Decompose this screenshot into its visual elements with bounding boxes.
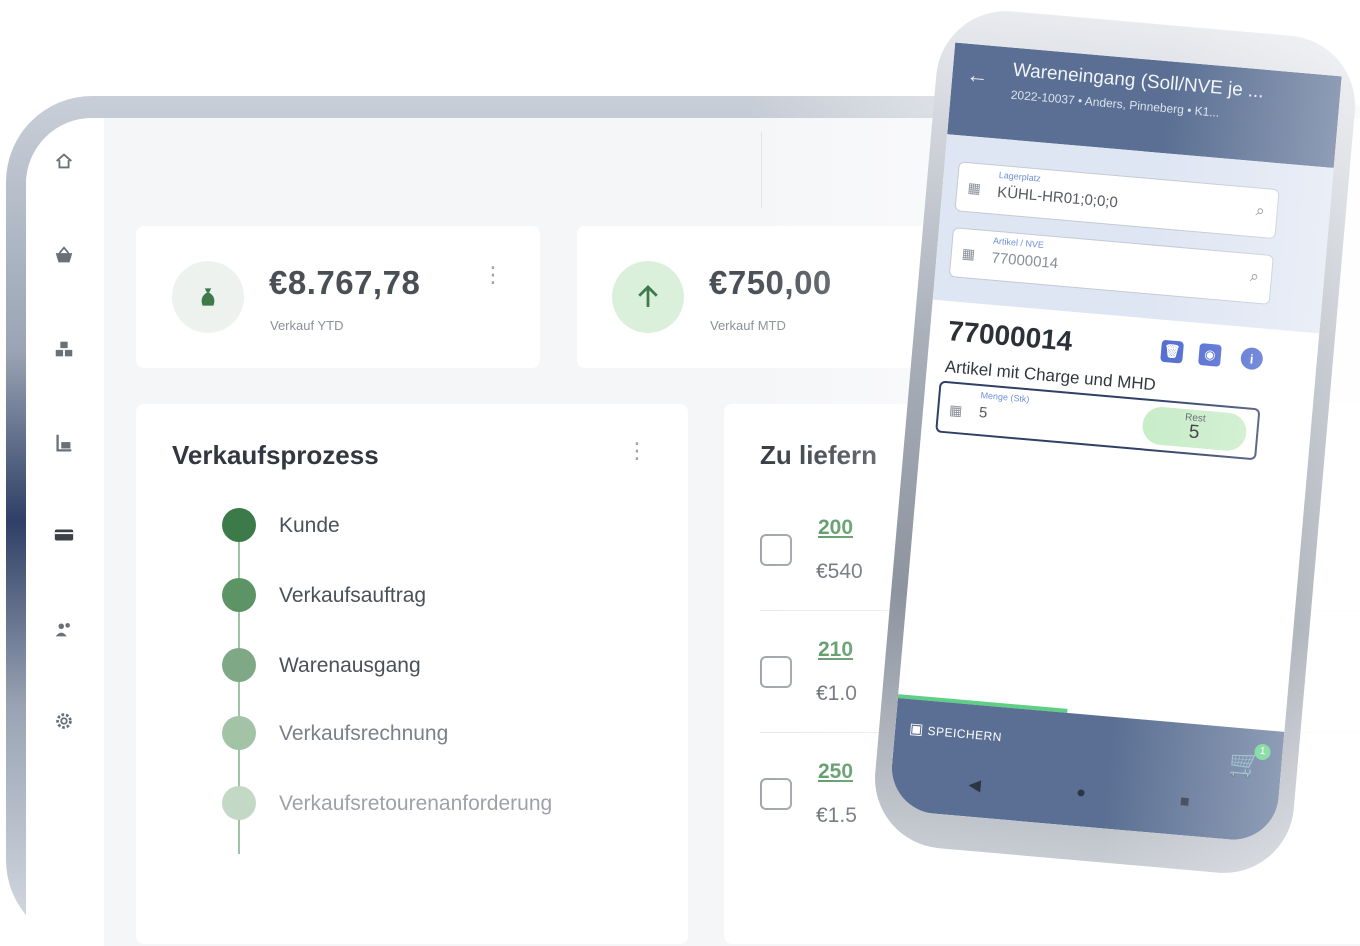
forklift-icon[interactable] — [51, 430, 77, 456]
basket-icon[interactable] — [51, 242, 77, 268]
qr-code-icon: ▦ — [966, 179, 982, 197]
money-bag-icon — [172, 261, 244, 333]
step-dot — [222, 508, 256, 542]
phone-screen: ← Wareneingang (Soll/NVE je ... 2022-100… — [888, 42, 1342, 844]
cart-icon[interactable]: 🛒 1 — [1228, 743, 1272, 781]
camera-icon[interactable]: ◉ — [1198, 343, 1222, 367]
row-checkbox[interactable] — [760, 534, 792, 566]
order-amount: €1.5 — [816, 804, 857, 827]
save-button[interactable]: ▣ SPEICHERN — [908, 719, 1002, 745]
kpi-card-ytd[interactable]: €8.767,78 Verkauf YTD ⋮ — [136, 226, 540, 368]
order-amount: €1.0 — [816, 682, 857, 705]
nav-home-icon[interactable]: ● — [1075, 784, 1087, 803]
kpi-label: Verkauf YTD — [270, 318, 344, 333]
nav-back-icon[interactable]: ◀ — [968, 775, 982, 796]
field-label: Artikel / NVE — [992, 235, 1045, 251]
order-number-link[interactable]: 210 — [818, 638, 853, 662]
topbar-divider — [761, 132, 762, 208]
step-dot — [222, 716, 256, 750]
people-icon[interactable] — [51, 616, 77, 642]
row-checkbox[interactable] — [760, 656, 792, 688]
gear-icon[interactable] — [51, 708, 77, 734]
boxes-icon[interactable] — [51, 336, 77, 362]
rest-badge: Rest 5 — [1140, 405, 1248, 453]
kpi-value: €8.767,78 — [269, 264, 421, 301]
save-label: SPEICHERN — [927, 723, 1003, 745]
kebab-menu-icon[interactable]: ⋮ — [626, 440, 648, 462]
kpi-label: Verkauf MTD — [710, 318, 786, 333]
step-dot — [222, 786, 256, 820]
panel-title: Verkaufsprozess — [172, 440, 379, 470]
field-value: 77000014 — [990, 249, 1059, 273]
info-icon[interactable]: i — [1239, 346, 1264, 371]
sidebar — [26, 118, 104, 946]
nav-recents-icon[interactable]: ■ — [1179, 793, 1190, 812]
step-label[interactable]: Verkaufsretourenanforderung — [279, 792, 552, 816]
back-arrow-icon[interactable]: ← — [965, 62, 989, 90]
step-dot — [222, 648, 256, 682]
article-number: 77000014 — [946, 315, 1074, 357]
phone-frame: ← Wareneingang (Soll/NVE je ... 2022-100… — [869, 5, 1360, 879]
order-number-link[interactable]: 250 — [818, 760, 853, 784]
kpi-value: €750,00 — [709, 264, 832, 301]
order-amount: €540 — [816, 560, 863, 583]
search-icon[interactable]: ⌕ — [1249, 268, 1259, 287]
qr-code-icon: ▦ — [948, 401, 964, 419]
bottom-bar: ▣ SPEICHERN 🛒 1 ◀ ● ■ — [888, 698, 1285, 844]
field-label: Lagerplatz — [998, 169, 1042, 184]
step-label[interactable]: Warenausgang — [279, 654, 421, 678]
save-icon: ▣ — [908, 720, 925, 739]
order-number-link[interactable]: 200 — [818, 516, 853, 540]
step-label[interactable]: Verkaufsrechnung — [279, 722, 448, 746]
trash-icon[interactable]: 🗑 — [1160, 339, 1185, 364]
kebab-menu-icon[interactable]: ⋮ — [482, 264, 504, 286]
qr-code-icon: ▦ — [961, 244, 976, 263]
step-label[interactable]: Verkaufsauftrag — [279, 584, 426, 608]
android-nav-bar: ◀ ● ■ — [889, 766, 1278, 830]
scan-zone: ▦ Lagerplatz KÜHL-HR01;0;0;0 ⌕ ▦ Artikel… — [932, 134, 1334, 334]
panel-title: Zu liefern — [760, 440, 878, 470]
field-label: Menge (Stk) — [980, 390, 1030, 405]
process-panel: Verkaufsprozess ⋮ Kunde Verkaufsauftrag … — [136, 404, 688, 944]
step-label[interactable]: Kunde — [279, 514, 340, 538]
quantity-field[interactable]: ▦ Menge (Stk) 5 Rest 5 — [935, 380, 1261, 461]
card-icon[interactable] — [51, 522, 77, 548]
arrow-up-icon — [612, 261, 684, 333]
step-dot — [222, 578, 256, 612]
field-value: 5 — [978, 404, 989, 422]
home-icon[interactable] — [51, 148, 77, 174]
artikel-field[interactable]: ▦ Artikel / NVE 77000014 ⌕ — [948, 227, 1274, 305]
row-checkbox[interactable] — [760, 778, 792, 810]
lagerplatz-field[interactable]: ▦ Lagerplatz KÜHL-HR01;0;0;0 ⌕ — [954, 161, 1280, 240]
cart-count-badge: 1 — [1253, 743, 1272, 761]
field-value: KÜHL-HR01;0;0;0 — [996, 183, 1119, 212]
search-icon[interactable]: ⌕ — [1255, 202, 1265, 221]
